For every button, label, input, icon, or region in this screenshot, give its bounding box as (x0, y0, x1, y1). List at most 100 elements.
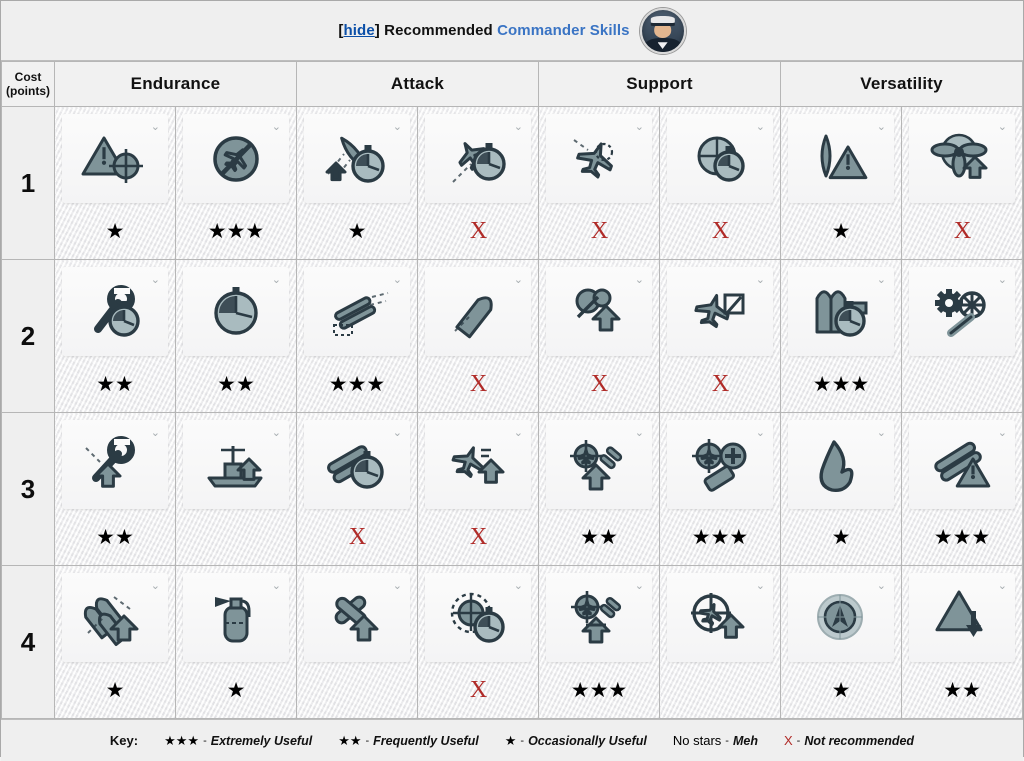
cost-cell: 4 (1, 565, 55, 719)
chevron-down-icon[interactable]: ⌄ (393, 122, 402, 133)
skill-tile[interactable]: ⌄ (788, 420, 894, 509)
chevron-down-icon[interactable]: ⌄ (393, 275, 402, 286)
skill-tile[interactable]: ⌄ (183, 573, 289, 662)
chevron-down-icon[interactable]: ⌄ (393, 428, 402, 439)
header-title: [hide] Recommended Commander Skills (338, 22, 629, 39)
skill-tile[interactable]: ⌄ (183, 420, 289, 509)
star-rating: ★★★ (328, 372, 386, 396)
skill-tile[interactable]: ⌄ (788, 267, 894, 356)
skill-tile[interactable]: ⌄ (667, 573, 773, 662)
skill-tile[interactable]: ⌄ (304, 420, 410, 509)
skill-tile[interactable]: ⌄ (62, 573, 168, 662)
chevron-down-icon[interactable]: ⌄ (877, 581, 886, 592)
skill-rating: X (539, 356, 659, 412)
key-item: ★★ - Frequently Useful (338, 733, 479, 749)
skill-tile[interactable]: ⌄ (909, 267, 1015, 356)
chevron-down-icon[interactable]: ⌄ (998, 581, 1007, 592)
chevron-down-icon[interactable]: ⌄ (635, 275, 644, 286)
skill-tile[interactable]: ⌄ (667, 114, 773, 203)
chevron-down-icon[interactable]: ⌄ (756, 428, 765, 439)
skill-cell: ⌄ ★ (175, 565, 297, 719)
skill-tile[interactable]: ⌄ (425, 573, 531, 662)
chevron-down-icon[interactable]: ⌄ (877, 275, 886, 286)
skill-cell-content: ⌄ X (660, 260, 780, 412)
key-dash: - (725, 734, 729, 747)
skill-cell: ⌄ (901, 259, 1023, 413)
chevron-down-icon[interactable]: ⌄ (151, 428, 160, 439)
chevron-down-icon[interactable]: ⌄ (151, 122, 160, 133)
key-text: Frequently Useful (373, 733, 479, 748)
recommended-skills-panel: [hide] Recommended Commander Skills Cost… (0, 0, 1024, 761)
skill-tile[interactable]: ⌄ (62, 267, 168, 356)
skill-tile[interactable]: ⌄ (304, 267, 410, 356)
chevron-down-icon[interactable]: ⌄ (998, 275, 1007, 286)
chevron-down-icon[interactable]: ⌄ (635, 581, 644, 592)
chevron-down-icon[interactable]: ⌄ (151, 275, 160, 286)
skill-tile[interactable]: ⌄ (909, 573, 1015, 662)
chevron-down-icon[interactable]: ⌄ (635, 428, 644, 439)
chevron-down-icon[interactable]: ⌄ (877, 428, 886, 439)
chevron-down-icon[interactable]: ⌄ (272, 275, 281, 286)
category-header-versatility: Versatility (780, 61, 1023, 107)
skill-tile[interactable]: ⌄ (425, 267, 531, 356)
chevron-down-icon[interactable]: ⌄ (998, 428, 1007, 439)
skill-tile[interactable]: ⌄ (304, 573, 410, 662)
priority-target-icon (81, 136, 143, 183)
skill-tile[interactable]: ⌄ (425, 420, 531, 509)
compass-radar-icon (817, 593, 863, 640)
skill-tile[interactable]: ⌄ (546, 573, 652, 662)
skill-cell-content: ⌄ ★ (297, 107, 417, 259)
chevron-down-icon[interactable]: ⌄ (756, 122, 765, 133)
chevron-down-icon[interactable]: ⌄ (998, 122, 1007, 133)
skill-tile[interactable]: ⌄ (183, 114, 289, 203)
chevron-down-icon[interactable]: ⌄ (756, 275, 765, 286)
skill-tile[interactable]: ⌄ (62, 420, 168, 509)
chevron-down-icon[interactable]: ⌄ (514, 428, 523, 439)
chevron-down-icon[interactable]: ⌄ (272, 428, 281, 439)
skill-tile[interactable]: ⌄ (546, 267, 652, 356)
chevron-down-icon[interactable]: ⌄ (514, 581, 523, 592)
category-header-attack: Attack (296, 61, 539, 107)
skill-tile[interactable]: ⌄ (667, 267, 773, 356)
skill-tile[interactable]: ⌄ (183, 267, 289, 356)
skill-cell-content: ⌄ ★ (55, 107, 175, 259)
skill-tile[interactable]: ⌄ (909, 114, 1015, 203)
skill-rating: ★ (781, 203, 901, 259)
chevron-down-icon[interactable]: ⌄ (514, 275, 523, 286)
hide-link[interactable]: hide (344, 22, 375, 39)
chevron-down-icon[interactable]: ⌄ (514, 122, 523, 133)
skill-tile[interactable]: ⌄ (62, 114, 168, 203)
star-rating: ★ (831, 219, 851, 243)
skill-cell: ⌄ X (659, 259, 781, 413)
chevron-down-icon[interactable]: ⌄ (393, 581, 402, 592)
skill-rating: ★★ (55, 509, 175, 565)
skill-tile[interactable]: ⌄ (425, 114, 531, 203)
chevron-down-icon[interactable]: ⌄ (756, 581, 765, 592)
skill-tile[interactable]: ⌄ (788, 573, 894, 662)
skill-cell: ⌄ ★ (54, 565, 176, 719)
chevron-down-icon[interactable]: ⌄ (151, 581, 160, 592)
skill-tile[interactable]: ⌄ (546, 420, 652, 509)
skill-cell-content: ⌄ X (418, 566, 538, 718)
chevron-down-icon[interactable]: ⌄ (635, 122, 644, 133)
skill-cell: ⌄ X (901, 106, 1023, 260)
skill-tile[interactable]: ⌄ (546, 114, 652, 203)
skill-cell: ⌄ ★★ (175, 259, 297, 413)
skill-tile[interactable]: ⌄ (304, 114, 410, 203)
chevron-down-icon[interactable]: ⌄ (272, 581, 281, 592)
chevron-down-icon[interactable]: ⌄ (272, 122, 281, 133)
bomber-squadron-icon (573, 138, 614, 179)
skill-rating: ★ (55, 203, 175, 259)
not-recommended-mark: X (469, 218, 487, 244)
cost-column-header: Cost (points) (1, 61, 55, 107)
title-link[interactable]: Commander Skills (497, 22, 629, 39)
bracket-close: ] (374, 22, 380, 39)
skill-cell: ⌄ X (538, 106, 660, 260)
skill-tile[interactable]: ⌄ (909, 420, 1015, 509)
chevron-down-icon[interactable]: ⌄ (877, 122, 886, 133)
not-recommended-mark: X (711, 218, 729, 244)
skill-rating: X (418, 203, 538, 259)
skill-rating: ★ (297, 203, 417, 259)
skill-tile[interactable]: ⌄ (667, 420, 773, 509)
skill-tile[interactable]: ⌄ (788, 114, 894, 203)
